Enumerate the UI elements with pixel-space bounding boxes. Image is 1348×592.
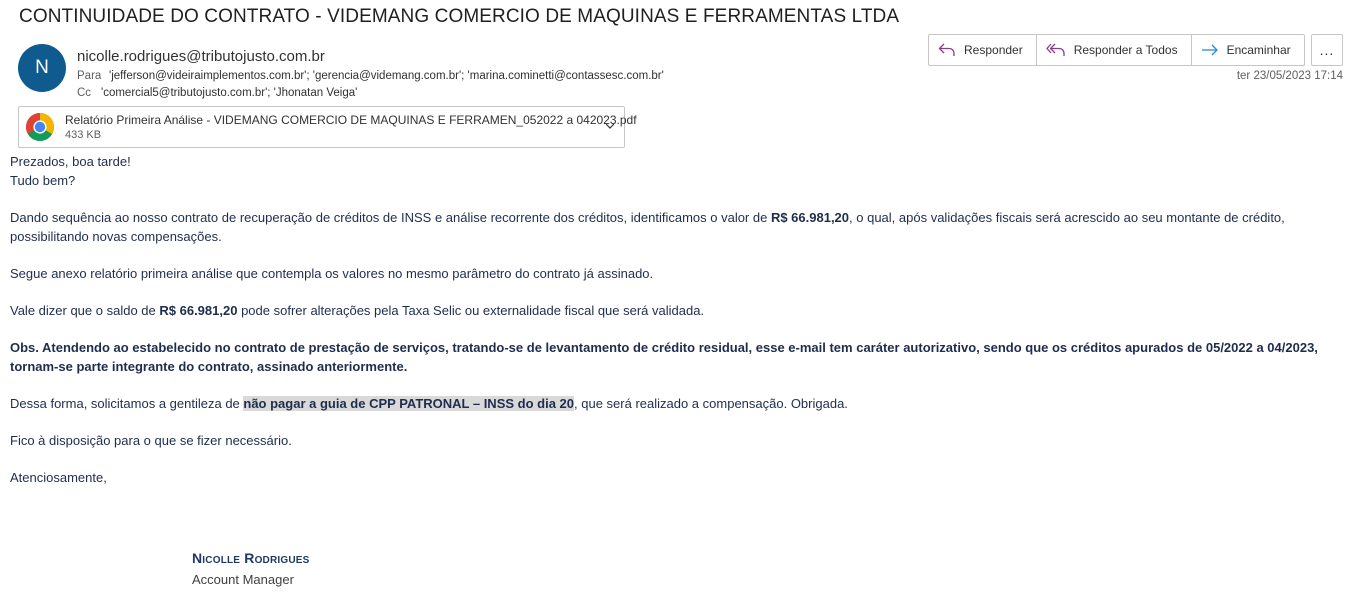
cc-recipients[interactable]: 'comercial5@tributojusto.com.br'; 'Jhona…: [101, 87, 357, 99]
cc-label: Cc: [77, 87, 92, 99]
paragraph-availability: Fico à disposição para o que se fizer ne…: [10, 433, 292, 448]
paragraph-request: Dessa forma, solicitamos a gentileza de …: [10, 396, 848, 411]
to-label: Para: [77, 70, 102, 82]
to-recipients[interactable]: 'jefferson@videiraimplementos.com.br'; '…: [109, 70, 664, 82]
greeting-question: Tudo bem?: [10, 173, 76, 188]
sender-address[interactable]: nicolle.rodrigues@tributojusto.com.br: [77, 48, 325, 65]
forward-label: Encaminhar: [1226, 43, 1291, 57]
paragraph-credit-value: Dando sequência ao nosso contrato de rec…: [10, 210, 1285, 244]
credit-amount: R$ 66.981,20: [770, 210, 850, 225]
attachment-card[interactable]: Relatório Primeira Análise - VIDEMANG CO…: [18, 106, 637, 148]
reply-icon: [938, 43, 955, 56]
forward-icon: [1201, 44, 1218, 56]
highlighted-request: não pagar a guia de CPP PATRONAL – INSS …: [243, 396, 575, 411]
signature-role: Account Manager: [192, 572, 294, 587]
cc-line: Cc 'comercial5@tributojusto.com.br'; 'Jho…: [77, 87, 357, 99]
forward-button[interactable]: Encaminhar: [1192, 35, 1304, 65]
email-subject: CONTINUIDADE DO CONTRATO - VIDEMANG COME…: [19, 6, 900, 27]
paragraph-obs: Obs. Atendendo ao estabelecido no contra…: [10, 340, 1318, 374]
to-line: Para 'jefferson@videiraimplementos.com.br…: [77, 70, 664, 82]
reply-label: Responder: [964, 43, 1023, 57]
attachment-name: Relatório Primeira Análise - VIDEMANG CO…: [65, 113, 637, 127]
sender-avatar: N: [18, 44, 66, 92]
chevron-down-icon[interactable]: [604, 120, 616, 132]
reply-all-icon: [1045, 43, 1065, 56]
reply-all-button[interactable]: Responder a Todos: [1037, 35, 1192, 65]
attachment-size: 433 KB: [65, 129, 102, 141]
paragraph-balance: Vale dizer que o saldo de R$ 66.981,20 p…: [10, 303, 705, 318]
greeting-line: Prezados, boa tarde!: [10, 154, 131, 169]
closing: Atenciosamente,: [10, 470, 107, 485]
email-body: Prezados, boa tarde! Tudo bem? Dando seq…: [10, 152, 1330, 487]
more-actions-button[interactable]: ...: [1311, 34, 1343, 66]
chrome-icon: [26, 113, 54, 141]
balance-amount: R$ 66.981,20: [159, 303, 238, 318]
sent-date: ter 23/05/2023 17:14: [1236, 70, 1343, 82]
reply-button[interactable]: Responder: [929, 35, 1037, 65]
message-actions: Responder Responder a Todos Encaminhar: [928, 34, 1305, 66]
avatar-initial: N: [35, 57, 49, 78]
reply-all-label: Responder a Todos: [1073, 43, 1178, 57]
more-icon: ...: [1319, 42, 1335, 58]
signature-name: Nicolle Rodrigues: [192, 550, 310, 566]
paragraph-attachment-note: Segue anexo relatório primeira análise q…: [10, 266, 654, 281]
